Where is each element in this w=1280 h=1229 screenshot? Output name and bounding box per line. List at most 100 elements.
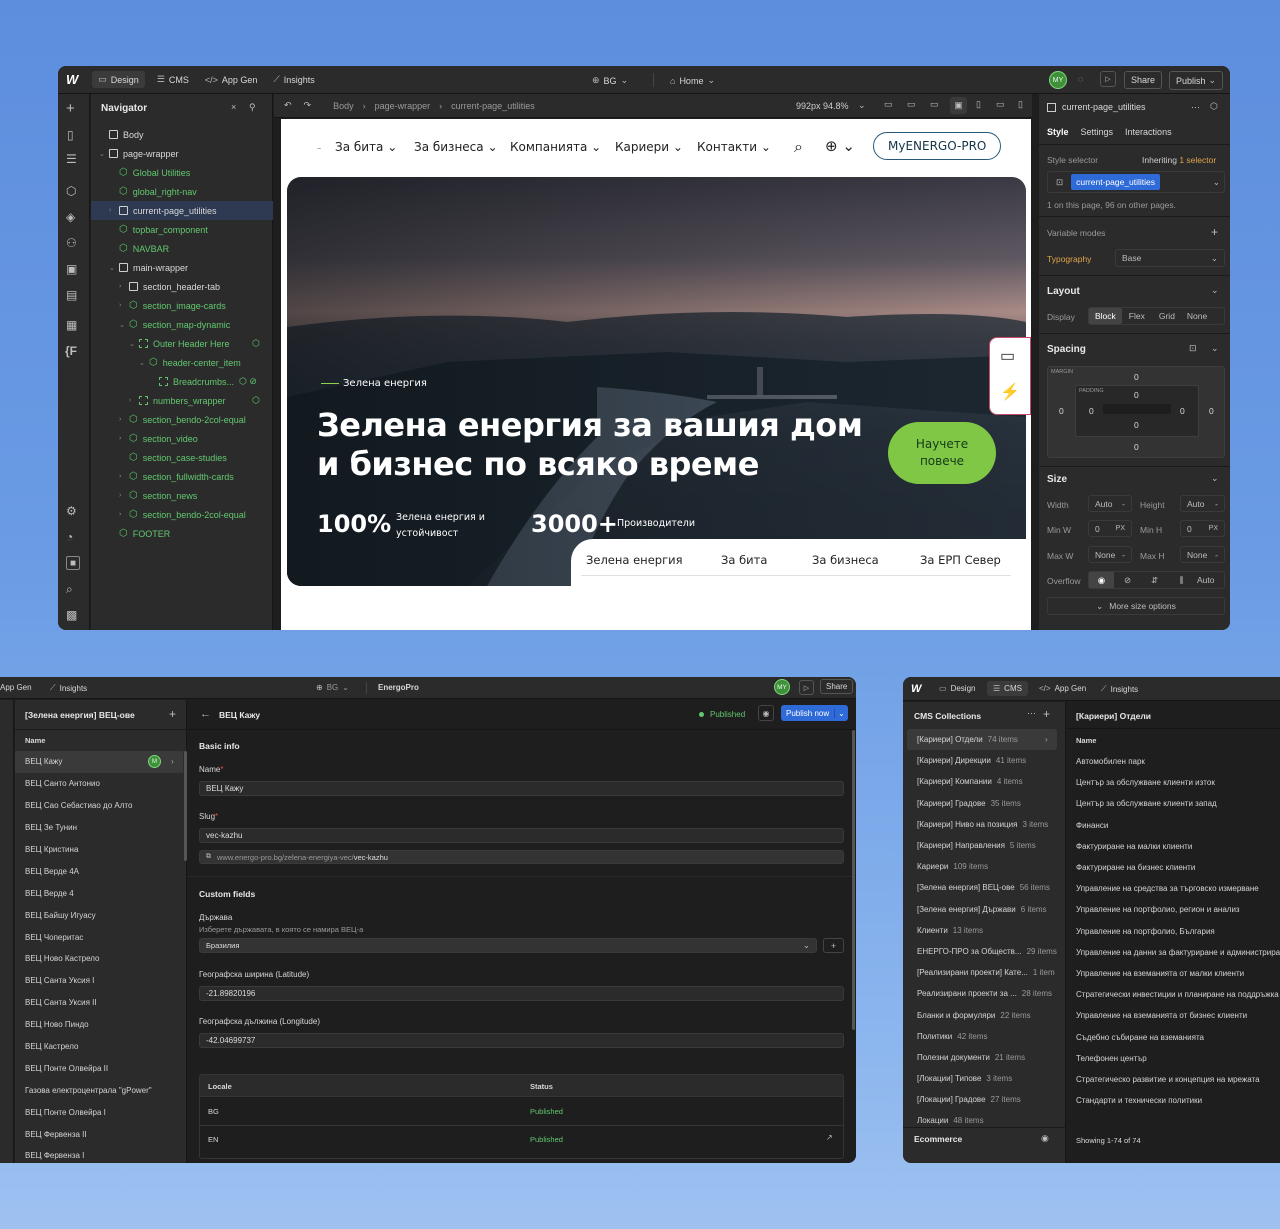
publish-now-button[interactable]: Publish now ⌄	[781, 705, 848, 721]
search-icon[interactable]: ⌕	[66, 582, 73, 597]
eye-icon[interactable]: ◉	[758, 705, 774, 721]
navigator-item[interactable]: Body	[91, 125, 273, 144]
insights-tab[interactable]: ⟋ Insights	[1095, 681, 1144, 697]
tablet-icon[interactable]: ▯	[976, 99, 981, 110]
collection-item[interactable]: Полезни документи 21 items	[907, 1047, 1057, 1068]
library-icon[interactable]: ▤	[66, 288, 77, 302]
mobile-landscape-icon[interactable]: ▭	[996, 99, 1005, 110]
caret-icon[interactable]: ›	[119, 435, 129, 442]
components-icon[interactable]: ⬡	[66, 184, 76, 198]
collection-item[interactable]: [Реализирани проекти] Кате... 1 item	[907, 962, 1057, 983]
collection-item[interactable]: [Кариери] Дирекции 41 items	[907, 750, 1057, 771]
add-mode-icon[interactable]: +	[1211, 225, 1218, 239]
navigator-item[interactable]: ⬡ NAVBAR	[91, 239, 273, 258]
design-tab[interactable]: ▭ Design	[92, 71, 145, 88]
search-icon[interactable]: ⌕	[794, 137, 803, 157]
navigator-item[interactable]: › numbers_wrapper ⬡	[91, 391, 273, 410]
min-width-input[interactable]: 0 PX	[1088, 520, 1132, 537]
navigator-item[interactable]: › ⬡ section_video	[91, 429, 273, 448]
page-switcher[interactable]: ⌂ Home ⌄	[664, 72, 721, 89]
chevron-down-icon[interactable]: ⌄	[858, 100, 866, 111]
max-width-input[interactable]: None -	[1088, 546, 1132, 563]
margin-right[interactable]: 0	[1209, 406, 1214, 416]
display-grid[interactable]: Grid	[1152, 308, 1182, 324]
pin-icon[interactable]: ⚲	[249, 102, 256, 113]
collection-item[interactable]: [Зелена енергия] ВЕЦ-ове 56 items	[907, 877, 1057, 898]
assets-icon[interactable]: ▣	[66, 262, 77, 276]
collection-item[interactable]: [Локации] Типове 3 items	[907, 1068, 1057, 1089]
padding-bottom[interactable]: 0	[1134, 420, 1139, 430]
locale-switcher[interactable]: ⊕ BG ⌄	[586, 72, 634, 89]
add-reference-icon[interactable]: +	[823, 938, 844, 953]
close-icon[interactable]: ×	[231, 102, 236, 112]
settings-tab[interactable]: Settings	[1081, 127, 1114, 137]
add-item-icon[interactable]: +	[169, 707, 176, 721]
table-row[interactable]: Автомобилен парк	[1066, 751, 1280, 772]
publish-button[interactable]: Publish ⌄	[1169, 71, 1224, 90]
chevron-down-icon[interactable]: ⌄	[1211, 473, 1219, 484]
styles-icon[interactable]: ⚇	[66, 236, 77, 250]
navigator-icon[interactable]: ☰	[66, 152, 77, 166]
list-item[interactable]: ВЕЦ Ново Кастрело	[15, 948, 183, 970]
caret-icon[interactable]: ›	[119, 473, 129, 480]
chevron-down-icon[interactable]: ⌄	[1211, 285, 1219, 296]
stop-icon[interactable]: ■	[66, 556, 80, 570]
hero-tab-green[interactable]: Зелена енергия	[586, 553, 683, 567]
caret-icon[interactable]: ›	[109, 207, 119, 214]
list-item[interactable]: ВЕЦ Понте Олвейра II	[15, 1057, 183, 1079]
breadcrumb-current[interactable]: current-page_utilities	[451, 101, 535, 111]
list-item[interactable]: ВЕЦ Понте Олвейра I	[15, 1101, 183, 1123]
table-row[interactable]: Управление на портфолио, България	[1066, 921, 1280, 942]
navigator-item[interactable]: › ⬡ section_news	[91, 486, 273, 505]
redo-icon[interactable]: ↷	[304, 100, 312, 111]
navigator-item[interactable]: › current-page_utilities	[91, 201, 273, 220]
table-row[interactable]: Управление на портфолио, регион и анализ	[1066, 899, 1280, 920]
margin-bottom[interactable]: 0	[1134, 442, 1139, 452]
navigator-item[interactable]: ⌄ ⬡ header-center_item	[91, 353, 273, 372]
caret-icon[interactable]: ›	[119, 283, 129, 290]
visible-icon[interactable]: ◉	[1089, 572, 1114, 588]
navigator-item[interactable]: ⬡ FOOTER	[91, 524, 273, 543]
slug-url-preview[interactable]: ⧉ www.energo-pro.bg/zelena-energiya-vec/v…	[199, 850, 844, 864]
undo-icon[interactable]: ↶	[284, 100, 292, 111]
more-icon[interactable]: ⋯	[1191, 102, 1200, 113]
base-breakpoint-icon[interactable]: ▣	[950, 97, 967, 114]
list-item[interactable]: ВЕЦ Кажу M ›	[15, 751, 183, 773]
padding-right[interactable]: 0	[1180, 406, 1185, 416]
preview-icon[interactable]: ▷	[1100, 71, 1116, 87]
eye-off-icon[interactable]: ◉	[1041, 1133, 1049, 1144]
navigator-item[interactable]: ⬡ Global Utilities	[91, 163, 273, 182]
chevron-down-icon[interactable]: ⌄	[1211, 343, 1219, 354]
list-item[interactable]: ВЕЦ Кастрело	[15, 1036, 183, 1058]
monitor-chart-icon[interactable]: ▭	[1000, 346, 1015, 366]
table-row[interactable]: Фактуриране на бизнес клиенти	[1066, 857, 1280, 878]
table-row[interactable]: Стратегическо развитие и концепция на мр…	[1066, 1069, 1280, 1090]
latitude-input[interactable]: -21.89820196	[199, 986, 844, 1001]
margin-left[interactable]: 0	[1059, 406, 1064, 416]
navigator-item[interactable]: ⌄ ⬡ section_map-dynamic	[91, 315, 273, 334]
selector-field[interactable]: ⊡ current-page_utilities ⌄	[1047, 171, 1225, 193]
collection-item[interactable]: [Локации] Градове 27 items	[907, 1089, 1057, 1110]
list-item[interactable]: ВЕЦ Санта Уксия II	[15, 992, 183, 1014]
appgen-tab[interactable]: App Gen	[0, 680, 38, 695]
caret-icon[interactable]: ›	[119, 492, 129, 499]
caret-icon[interactable]: ⌄	[99, 150, 109, 158]
navigator-item[interactable]: ⌄ page-wrapper	[91, 144, 273, 163]
share-button[interactable]: Share	[820, 679, 854, 694]
list-item[interactable]: ВЕЦ Сао Себастиао до Алто	[15, 795, 183, 817]
myenergo-pro-button[interactable]: MyENERGO-PRO	[873, 132, 1002, 160]
list-item[interactable]: ВЕЦ Фервенза II	[15, 1123, 183, 1145]
user-avatar[interactable]: MY	[1049, 71, 1067, 89]
collection-item[interactable]: [Зелена енергия] Държави 6 items	[907, 899, 1057, 920]
padding-top[interactable]: 0	[1134, 390, 1139, 400]
navigator-item[interactable]: ⬡ topbar_component	[91, 220, 273, 239]
interactions-tab[interactable]: Interactions	[1125, 127, 1172, 137]
display-none[interactable]: None	[1182, 308, 1212, 324]
table-row[interactable]: Управление на вземанията от малки клиент…	[1066, 963, 1280, 984]
caret-icon[interactable]: ⌄	[119, 321, 129, 329]
breadcrumb-page-wrapper[interactable]: page-wrapper	[375, 101, 431, 111]
monitor-bolt-icon[interactable]: ⚡	[1000, 382, 1020, 402]
collection-item[interactable]: Клиенти 13 items	[907, 920, 1057, 941]
table-row[interactable]: Съдебно събиране на вземанията	[1066, 1026, 1280, 1047]
table-row[interactable]: Център за обслужване клиенти изток	[1066, 772, 1280, 793]
